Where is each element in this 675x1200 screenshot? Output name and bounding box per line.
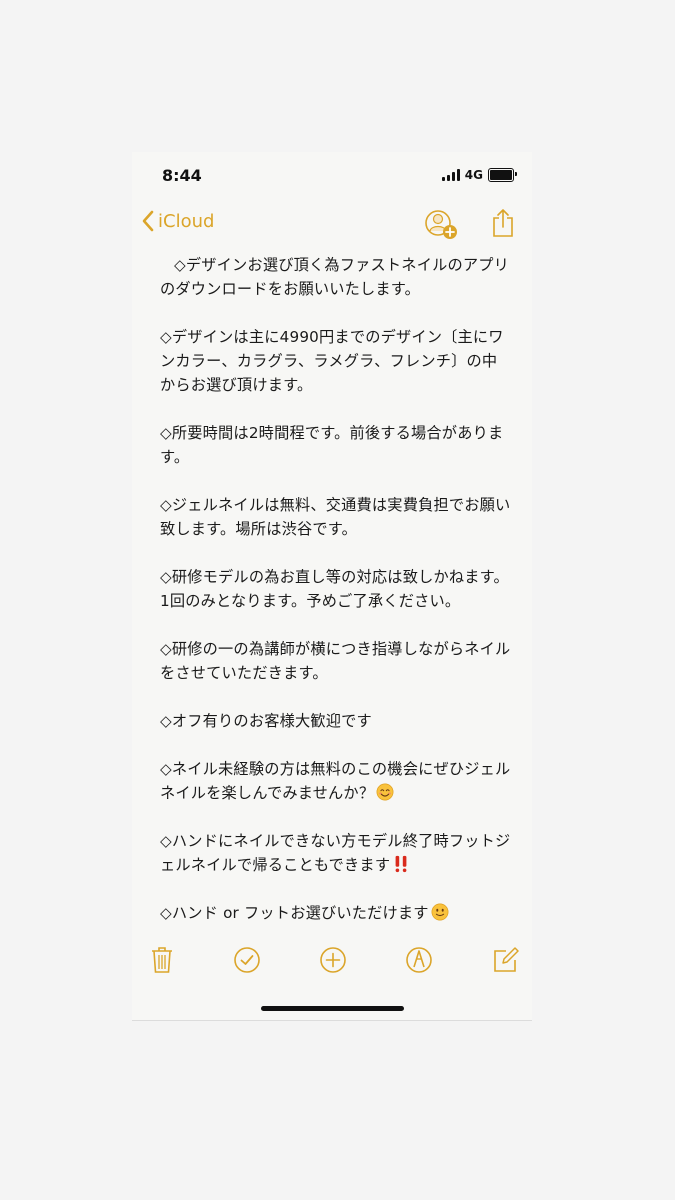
- back-label: iCloud: [158, 210, 215, 232]
- note-paragraph-9-text: ◇ハンドにネイルできない方モデル終了時フットジェルネイルで帰ることもできます: [160, 832, 511, 874]
- share-icon[interactable]: [492, 208, 514, 242]
- note-paragraph-8-text: ◇ネイル未経験の方は無料のこの機会にぜひジェルネイルを楽しんでみませんか？: [160, 760, 511, 802]
- status-time: 8:44: [162, 166, 202, 185]
- trash-icon[interactable]: [151, 946, 173, 978]
- note-paragraph-2: ◇デザインは主に4990円までのデザイン〔主にワンカラー、カラグラ、ラメグラ、フ…: [160, 328, 504, 394]
- note-paragraph-10-text: ◇ハンド or フットお選びいただけます: [160, 904, 429, 922]
- compose-icon[interactable]: [492, 946, 520, 978]
- signal-icon: [441, 169, 460, 181]
- status-bar: 8:44 4G: [132, 152, 532, 202]
- slight-smile-emoji: [431, 903, 449, 921]
- add-person-icon[interactable]: [424, 208, 460, 246]
- add-icon[interactable]: [319, 946, 347, 978]
- smiling-face-emoji: [376, 783, 394, 801]
- note-paragraph-7: ◇オフ有りのお客様大歓迎です: [160, 712, 372, 730]
- nav-bar: iCloud: [132, 204, 532, 248]
- note-paragraph-6: ◇研修の一の為講師が横につき指導しながらネイルをさせていただきます。: [160, 640, 511, 682]
- chevron-left-icon: [142, 210, 154, 232]
- status-indicators: 4G: [441, 168, 517, 182]
- note-paragraph-1: ◇デザインお選び頂く為ファストネイルのアプリのダウンロードをお願いいたします。: [160, 256, 510, 298]
- note-paragraph-5: ◇研修モデルの為お直し等の対応は致しかねます。1回のみとなります。予めご了承くだ…: [160, 568, 509, 610]
- note-paragraph-8: ◇ネイル未経験の方は無料のこの機会にぜひジェルネイルを楽しんでみませんか？: [160, 757, 512, 805]
- phone-screen: 8:44 4G iCloud ◇デザインお選び頂く為ファストネイルのアプリのダウ…: [132, 152, 532, 1021]
- back-button[interactable]: iCloud: [142, 210, 214, 232]
- checklist-icon[interactable]: [233, 946, 261, 978]
- note-paragraph-10: ◇ハンド or フットお選びいただけます: [160, 901, 512, 925]
- double-exclamation-emoji: [395, 855, 407, 873]
- note-paragraph-9: ◇ハンドにネイルできない方モデル終了時フットジェルネイルで帰ることもできます: [160, 829, 512, 877]
- home-indicator[interactable]: [261, 1006, 404, 1011]
- battery-icon: [488, 168, 517, 182]
- markup-icon[interactable]: [405, 946, 433, 978]
- note-paragraph-4: ◇ジェルネイルは無料、交通費は実費負担でお願い致します。場所は渋谷です。: [160, 496, 511, 538]
- battery-fill: [490, 170, 512, 180]
- bottom-toolbar: [132, 942, 532, 978]
- note-paragraph-3: ◇所要時間は2時間程です。前後する場合があります。: [160, 424, 504, 466]
- note-body[interactable]: ◇デザインお選び頂く為ファストネイルのアプリのダウンロードをお願いいたします。 …: [160, 253, 512, 925]
- network-type: 4G: [464, 168, 483, 182]
